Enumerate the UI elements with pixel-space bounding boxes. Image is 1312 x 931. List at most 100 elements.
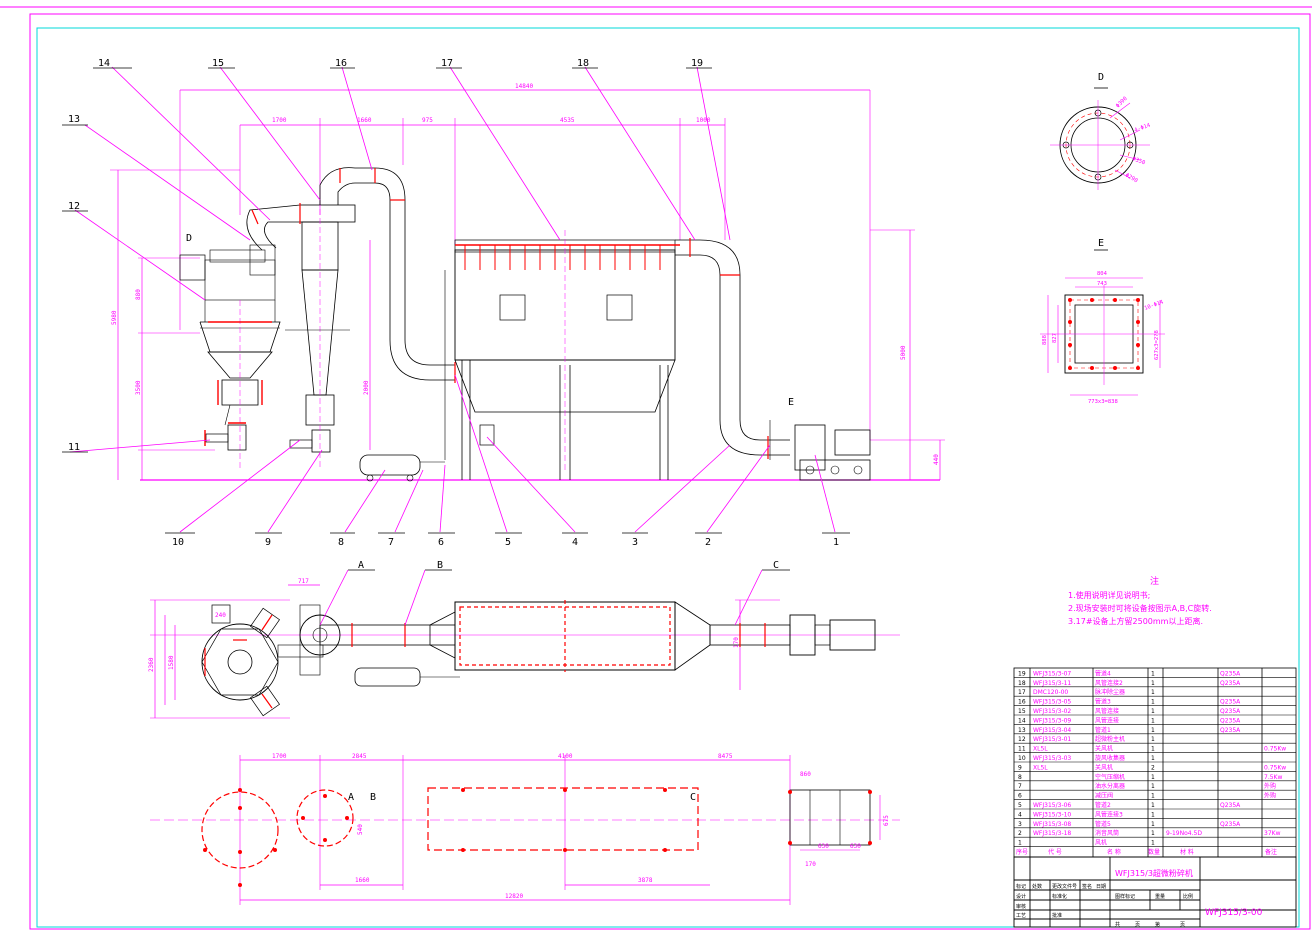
view-e-title: E	[1098, 238, 1104, 249]
bom-cell-code: WFJ315/3-03	[1033, 755, 1071, 762]
view-letter-b-found: B	[370, 792, 376, 803]
bom-cell-qty: 2	[1151, 764, 1155, 771]
bom-cell-note: 0.75Kw	[1264, 746, 1286, 753]
callout-2: 2	[705, 537, 711, 548]
callout-7: 7	[388, 537, 394, 548]
dim-170-plan: 170	[733, 637, 740, 648]
bom-cell-name: 减压阀	[1095, 792, 1113, 800]
view-d-detail	[1050, 87, 1150, 190]
bom-cell-qty: 1	[1151, 830, 1155, 837]
tb-label-change: 更改文件号	[1052, 883, 1077, 890]
bom-cell-code: WFJ315/3-10	[1033, 811, 1071, 818]
dim-b-630b: 630	[850, 843, 861, 850]
bom-cell-code: WFJ315/3-04	[1033, 727, 1071, 734]
bom-cell-mat: Q235A	[1220, 717, 1241, 724]
notes-heading: 注	[1150, 575, 1159, 587]
bom-cell-name: 管道5	[1095, 820, 1111, 828]
bom-cell-mat: Q235A	[1220, 670, 1241, 677]
dim-b-2845: 2845	[352, 753, 367, 760]
bom-cell-note: 7.5Kw	[1264, 774, 1282, 781]
bom-cell-qty: 1	[1151, 689, 1155, 696]
dim-b-8475: 8475	[718, 753, 733, 760]
bom-cell-qty: 1	[1151, 840, 1155, 847]
tb-label-scale: 比例	[1183, 893, 1193, 900]
tb-label-mark: 标记	[1016, 883, 1026, 890]
bom-cell-name: 油水分离器	[1095, 782, 1125, 790]
callout-1: 1	[833, 537, 839, 548]
bom-cell-no: 13	[1018, 727, 1026, 734]
tb-label-design: 设计	[1016, 893, 1026, 900]
elevation-view	[62, 66, 945, 534]
bom-cell-note: 外购	[1264, 792, 1276, 800]
bom-cell-code: WFJ315/3-11	[1033, 680, 1071, 687]
bom-header-name: 名 称	[1107, 848, 1121, 856]
bom-cell-qty: 1	[1151, 783, 1155, 790]
callout-4: 4	[572, 537, 578, 548]
tb-label-process: 工艺	[1016, 913, 1026, 919]
dim-b-675: 675	[883, 815, 890, 826]
bom-cell-code: WFJ315/3-08	[1033, 821, 1071, 828]
dim-240: 240	[215, 612, 226, 619]
callout-14: 14	[98, 58, 110, 69]
view-letter-c: C	[773, 560, 779, 571]
bom-cell-no: 12	[1018, 736, 1026, 743]
callout-5: 5	[505, 537, 511, 548]
bom-cell-code: WFJ315/3-06	[1033, 802, 1071, 809]
view-letter-e-elev: E	[788, 397, 794, 408]
drawing-number: WFJ315/3-00	[1205, 908, 1263, 918]
bom-cell-name: 风管连接3	[1095, 810, 1123, 818]
bom-cell-qty: 1	[1151, 717, 1155, 724]
bom-cell-qty: 1	[1151, 774, 1155, 781]
outer-border	[29, 13, 1311, 930]
bom-cell-name: 空气压缩机	[1095, 773, 1125, 781]
bom-header-no: 序号	[1016, 848, 1028, 856]
bom-cell-name: 脉冲除尘器	[1095, 688, 1125, 696]
callout-17: 17	[441, 58, 453, 69]
tb-label-page2: 页	[1180, 922, 1185, 928]
dim-5980: 5980	[111, 310, 118, 325]
bom-cell-qty: 1	[1151, 708, 1155, 715]
dim-b-540: 540	[357, 824, 364, 835]
bom-cell-code: WFJ315/3-01	[1033, 736, 1071, 743]
dim-2360: 2360	[148, 657, 155, 672]
bom-cell-code: WFJ315/3-09	[1033, 717, 1071, 724]
dim-b-4100: 4100	[558, 753, 573, 760]
bom-cell-name: 风机	[1095, 839, 1107, 847]
view-e-dim-7: 627x3=2?8	[1154, 330, 1160, 360]
bom-cell-no: 1	[1018, 840, 1022, 847]
dim-1000: 1000	[696, 117, 711, 124]
bom-cell-name: 风管连接2	[1095, 679, 1123, 687]
view-letter-c-found: C	[690, 792, 696, 803]
bom-cell-code: XL5L	[1033, 746, 1048, 753]
bom-cell-name: 风管连接	[1095, 716, 1119, 724]
bom-header-code: 代 号	[1048, 848, 1062, 856]
bom-cell-code: WFJ315/3-18	[1033, 830, 1071, 837]
dim-b-1660: 1660	[355, 877, 370, 884]
plan-view	[150, 569, 900, 719]
dim-3500: 3500	[135, 380, 142, 395]
dim-b-170: 170	[805, 861, 816, 868]
callout-13: 13	[68, 114, 80, 125]
bom-cell-qty: 1	[1151, 793, 1155, 800]
view-letter-b: B	[437, 560, 443, 571]
callout-11: 11	[68, 442, 80, 453]
bom-cell-mat: Q235A	[1220, 821, 1241, 828]
bom-cell-name: 消音风筒	[1095, 829, 1119, 837]
tb-label-nth: 第	[1155, 921, 1160, 928]
dim-1700: 1700	[272, 117, 287, 124]
bom-cell-no: 11	[1018, 746, 1026, 753]
bom-cell-qty: 1	[1151, 699, 1155, 706]
bom-cell-code: XL5L	[1033, 764, 1048, 771]
view-d-dim-3: Φ350	[1131, 156, 1146, 166]
bom-cell-no: 16	[1018, 699, 1026, 706]
bom-cell-code: DMC120-00	[1033, 689, 1068, 696]
view-e-dim-2: 743	[1097, 281, 1107, 287]
view-e-dim-3: 888	[1042, 335, 1048, 345]
bom-cell-no: 8	[1018, 774, 1022, 781]
bom-cell-mat: Q235A	[1220, 699, 1241, 706]
dim-b-3878: 3878	[638, 877, 653, 884]
drawing-title: WFJ315/3超微粉碎机	[1115, 868, 1193, 878]
bom-cell-no: 3	[1018, 821, 1022, 828]
tb-label-total: 共	[1115, 921, 1120, 928]
bom-cell-name: 超微粉主机	[1095, 735, 1125, 743]
